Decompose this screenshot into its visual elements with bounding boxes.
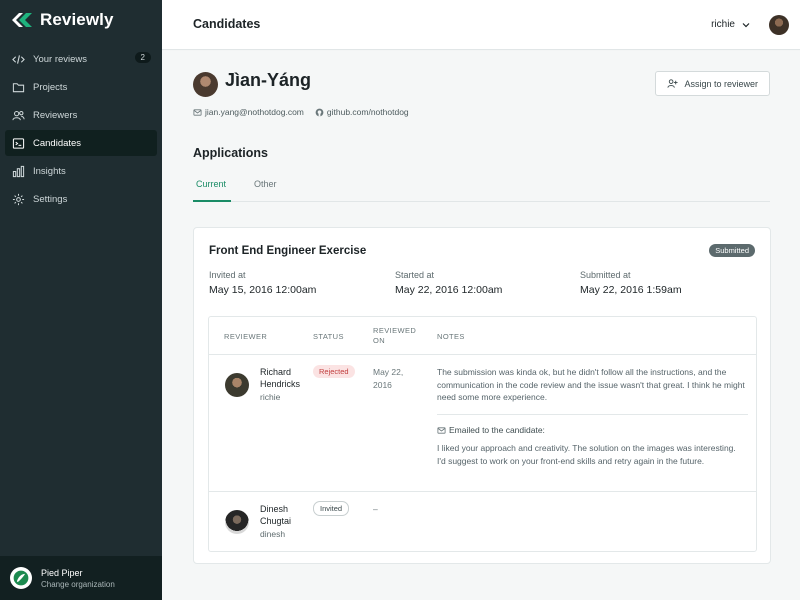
sidebar-item-label: Settings <box>33 193 68 205</box>
column-reviewed-on-line1: Reviewed <box>373 326 417 335</box>
reviewer-handle: dinesh <box>260 529 286 539</box>
users-icon <box>11 108 25 122</box>
reviewly-logo-icon <box>12 13 32 27</box>
brand-logo[interactable]: Reviewly <box>10 10 114 30</box>
candidate-name: Jìan-Yáng <box>225 70 312 90</box>
review-notes: The submission was kinda ok, but he didn… <box>437 367 745 403</box>
submitted-at-value: May 22, 2016 1:59am <box>580 284 682 296</box>
email-label-text: Emailed to the candidate: <box>449 425 545 435</box>
brand-name: Reviewly <box>40 10 114 29</box>
chevron-down-icon <box>742 22 750 27</box>
terminal-icon <box>11 136 25 150</box>
column-status: Status <box>313 332 344 341</box>
column-reviewer: Reviewer <box>224 332 268 341</box>
reviewer-name-line2: Chugtai <box>260 516 292 526</box>
reviewer-avatar <box>225 373 249 397</box>
reviewed-on-line2: 2016 <box>373 380 392 390</box>
pied-piper-logo-icon <box>10 567 32 589</box>
table-row: Richard Hendricks richie Rejected May 22… <box>209 355 756 492</box>
sidebar-item-insights[interactable]: Insights <box>5 158 157 184</box>
candidate-avatar <box>193 72 218 97</box>
reviewed-on-date: May 22, 2016 <box>373 366 403 392</box>
applications-tabs: Current Other <box>193 175 770 202</box>
sidebar-item-your-reviews[interactable]: Your reviews 2 <box>5 46 157 72</box>
main-content: Jìan-Yáng Assign to reviewer jian.yang@n… <box>162 51 800 600</box>
code-icon <box>11 52 25 66</box>
status-badge: Invited <box>313 501 350 516</box>
reviewer-name: Richard Hendricks <box>260 366 300 390</box>
sidebar-item-reviewers[interactable]: Reviewers <box>5 102 157 128</box>
application-title: Front End Engineer Exercise <box>209 245 367 257</box>
assign-button-label: Assign to reviewer <box>684 78 758 89</box>
reviewed-on-line1: May 22, <box>373 367 404 377</box>
sidebar-item-label: Projects <box>33 81 68 93</box>
mail-icon <box>193 108 202 116</box>
github-text: github.com/nothotdog <box>326 107 409 117</box>
email-line: I liked your approach and creativity. Th… <box>437 443 736 453</box>
tab-current[interactable]: Current <box>196 179 226 189</box>
column-reviewed-on: Reviewed on <box>373 326 416 346</box>
application-card: Front End Engineer Exercise Submitted In… <box>193 227 771 564</box>
reviewer-handle: richie <box>260 392 281 402</box>
submitted-at: Submitted at May 22, 2016 1:59am <box>580 270 682 296</box>
assign-to-reviewer-button[interactable]: Assign to reviewer <box>655 71 770 96</box>
emailed-to-candidate-label: Emailed to the candidate: <box>437 425 545 435</box>
column-reviewed-on-line2: on <box>373 336 386 345</box>
user-name: richie <box>711 19 735 30</box>
sidebar-item-label: Candidates <box>33 137 82 149</box>
mail-icon <box>437 426 446 434</box>
sidebar-item-candidates[interactable]: Candidates <box>5 130 157 156</box>
sidebar-item-projects[interactable]: Projects <box>5 74 157 100</box>
sidebar-nav: Your reviews 2 Projects Reviewers Candid… <box>5 46 157 214</box>
reviews-count-badge: 2 <box>134 52 151 63</box>
reviewer-avatar <box>225 510 249 534</box>
organization-switcher[interactable]: Pied Piper Change organization <box>0 556 162 600</box>
reviewer-name-line1: Dinesh <box>260 504 289 514</box>
gear-icon <box>11 192 25 206</box>
status-badge: Rejected <box>313 365 355 378</box>
candidate-contacts: jian.yang@nothotdog.com github.com/notho… <box>193 107 420 117</box>
submitted-at-label: Submitted at <box>580 270 631 280</box>
folder-icon <box>11 80 25 94</box>
started-at: Started at May 22, 2016 12:00am <box>395 270 502 296</box>
reviewed-on-date: – <box>373 504 378 514</box>
table-header: Reviewer Status Reviewed on Notes <box>209 317 756 355</box>
sidebar-item-label: Reviewers <box>33 109 78 121</box>
add-user-icon <box>667 79 679 88</box>
started-at-label: Started at <box>395 270 435 280</box>
sidebar-item-label: Insights <box>33 165 66 177</box>
invited-at-label: Invited at <box>209 270 246 280</box>
sidebar-item-label: Your reviews <box>33 53 88 65</box>
candidate-github[interactable]: github.com/nothotdog <box>315 107 409 117</box>
github-icon <box>315 108 324 116</box>
reviews-table: Reviewer Status Reviewed on Notes Richar… <box>208 316 757 552</box>
started-at-value: May 22, 2016 12:00am <box>395 284 503 296</box>
candidate-email[interactable]: jian.yang@nothotdog.com <box>193 107 304 117</box>
column-notes: Notes <box>437 332 465 341</box>
tab-other[interactable]: Other <box>254 179 277 189</box>
notes-divider <box>437 414 748 415</box>
email-message: I liked your approach and creativity. Th… <box>437 442 752 467</box>
user-menu[interactable]: richie <box>711 19 751 30</box>
active-tab-indicator <box>193 200 231 202</box>
invited-at-value: May 15, 2016 12:00am <box>209 284 317 296</box>
change-organization-link[interactable]: Change organization <box>41 580 115 589</box>
reviewer-name: Dinesh Chugtai <box>260 503 291 527</box>
sidebar-item-settings[interactable]: Settings <box>5 186 157 212</box>
table-row: Dinesh Chugtai dinesh Invited – <box>209 492 756 551</box>
email-line: I'd suggest to work on your front-end sk… <box>437 455 705 466</box>
reviewer-name-line2: Hendricks <box>260 379 301 389</box>
status-badge: Submitted <box>709 244 755 257</box>
page-title: Candidates <box>193 17 261 31</box>
sidebar: Reviewly Your reviews 2 Projects Reviewe… <box>0 0 162 600</box>
bar-chart-icon <box>11 164 25 178</box>
reviewer-name-line1: Richard <box>260 367 292 377</box>
user-avatar[interactable] <box>769 15 789 35</box>
org-name: Pied Piper <box>41 567 83 578</box>
applications-heading: Applications <box>193 146 269 160</box>
top-bar: Candidates richie <box>162 0 800 50</box>
invited-at: Invited at May 15, 2016 12:00am <box>209 270 316 296</box>
email-text: jian.yang@nothotdog.com <box>205 107 304 117</box>
